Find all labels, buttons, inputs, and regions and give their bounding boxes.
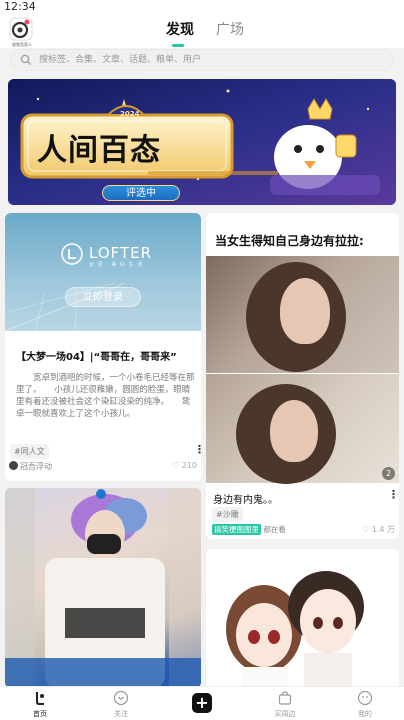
create-post-button[interactable]: + <box>192 693 212 713</box>
tab-profile[interactable]: 我的 <box>340 687 390 720</box>
meme-caption: 当女生得知自己身边有拉拉: <box>215 234 364 248</box>
status-time: 12:34 <box>4 0 36 13</box>
top-header: 放牧吾家人 发现 广场 <box>0 14 404 48</box>
meme-image: 当女生得知自己身边有拉拉: 2 <box>206 213 399 484</box>
source-link[interactable]: 搞笑梗图图里 <box>212 524 261 535</box>
tab-label: 我的 <box>358 710 372 718</box>
post-tag[interactable]: #同人文 <box>10 444 49 459</box>
post-excerpt: 宽卓到酒吧的时候，一个小卷毛已经等在那里了。 小孩儿还很稚嫩，圆圆的脸蛋，眼睛里… <box>16 373 195 419</box>
banner-year: 2024 <box>120 110 140 118</box>
image-count-badge: 2 <box>382 467 395 480</box>
tab-follow[interactable]: 关注 <box>96 687 146 720</box>
couple-drawing <box>226 571 364 689</box>
author-avatar[interactable] <box>9 461 18 470</box>
like-count-value: 210 <box>181 461 197 470</box>
lofter-login-image: LOFTER 记 录 · 美 好 生 活 立即登录 <box>5 213 201 331</box>
lofter-tagline: 记 录 · 美 好 生 活 <box>89 262 144 268</box>
tab-square[interactable]: 广场 <box>216 20 244 40</box>
more-options-icon[interactable]: ⋮ <box>388 489 399 500</box>
lofter-brand: LOFTER <box>89 244 153 262</box>
meme-photo-top <box>206 256 399 373</box>
app-logo-icon[interactable] <box>9 17 33 41</box>
lofter-logo-icon <box>61 243 83 265</box>
banner-title: 人间百态 <box>37 133 161 168</box>
person-photo <box>5 488 201 688</box>
photo-image <box>5 488 201 688</box>
heart-icon: ♡ <box>172 461 180 470</box>
search-input[interactable]: 搜标签、合集、文章、话题、粮单、用户 <box>10 49 394 71</box>
feed-card-illustration[interactable] <box>206 549 399 689</box>
like-count[interactable]: ♡ 1.4 万 <box>362 524 395 535</box>
shop-icon <box>278 691 292 705</box>
bridge-background <box>5 282 126 331</box>
couple-illustration <box>206 549 399 689</box>
banner-cta-button[interactable]: 评选中 <box>102 185 180 201</box>
meme-title[interactable]: 身边有内鬼。。 <box>213 491 278 506</box>
status-bar: 12:34 <box>0 0 404 14</box>
active-tab-indicator <box>172 44 184 47</box>
tab-home[interactable]: 首页 <box>15 687 65 720</box>
search-icon <box>20 54 31 65</box>
meme-photo-bottom <box>206 374 399 484</box>
follow-icon <box>113 690 129 706</box>
author-name[interactable]: 冠吾浮动 <box>20 461 52 472</box>
feed-card-meme[interactable]: 当女生得知自己身边有拉拉: 2 身边有内鬼。。 #沙雕 搞笑梗图图里 都在看 ⋮… <box>206 213 399 539</box>
source-suffix: 都在看 <box>263 525 286 534</box>
login-button[interactable]: 立即登录 <box>65 287 141 307</box>
like-count-value: 1.4 万 <box>371 525 395 534</box>
source-line[interactable]: 搞笑梗图图里 都在看 <box>212 524 286 535</box>
tab-discover[interactable]: 发现 <box>166 20 194 40</box>
meme-tag[interactable]: #沙雕 <box>212 507 243 522</box>
feed-card-post[interactable]: LOFTER 记 录 · 美 好 生 活 立即登录 <box>5 213 201 481</box>
like-count[interactable]: ♡ 210 <box>172 461 197 470</box>
tab-label: 首页 <box>33 710 47 718</box>
logo-caption: 放牧吾家人 <box>12 42 32 47</box>
tab-shop[interactable]: 买周边 <box>260 687 310 720</box>
search-placeholder: 搜标签、合集、文章、话题、粮单、用户 <box>39 55 202 65</box>
plus-icon: + <box>195 693 209 712</box>
heart-icon: ♡ <box>362 525 370 534</box>
home-icon <box>36 692 44 705</box>
profile-icon <box>357 690 373 706</box>
tab-label: 买周边 <box>274 710 296 718</box>
feed-card-photo[interactable] <box>5 488 201 688</box>
more-options-icon[interactable]: ⋮ <box>194 444 205 455</box>
tab-label: 关注 <box>114 710 128 718</box>
promo-banner[interactable]: 2024 人间百态 评选中 <box>8 79 396 205</box>
post-title[interactable]: 【大梦一场04】|“哥哥在，哥哥来” <box>16 348 177 363</box>
